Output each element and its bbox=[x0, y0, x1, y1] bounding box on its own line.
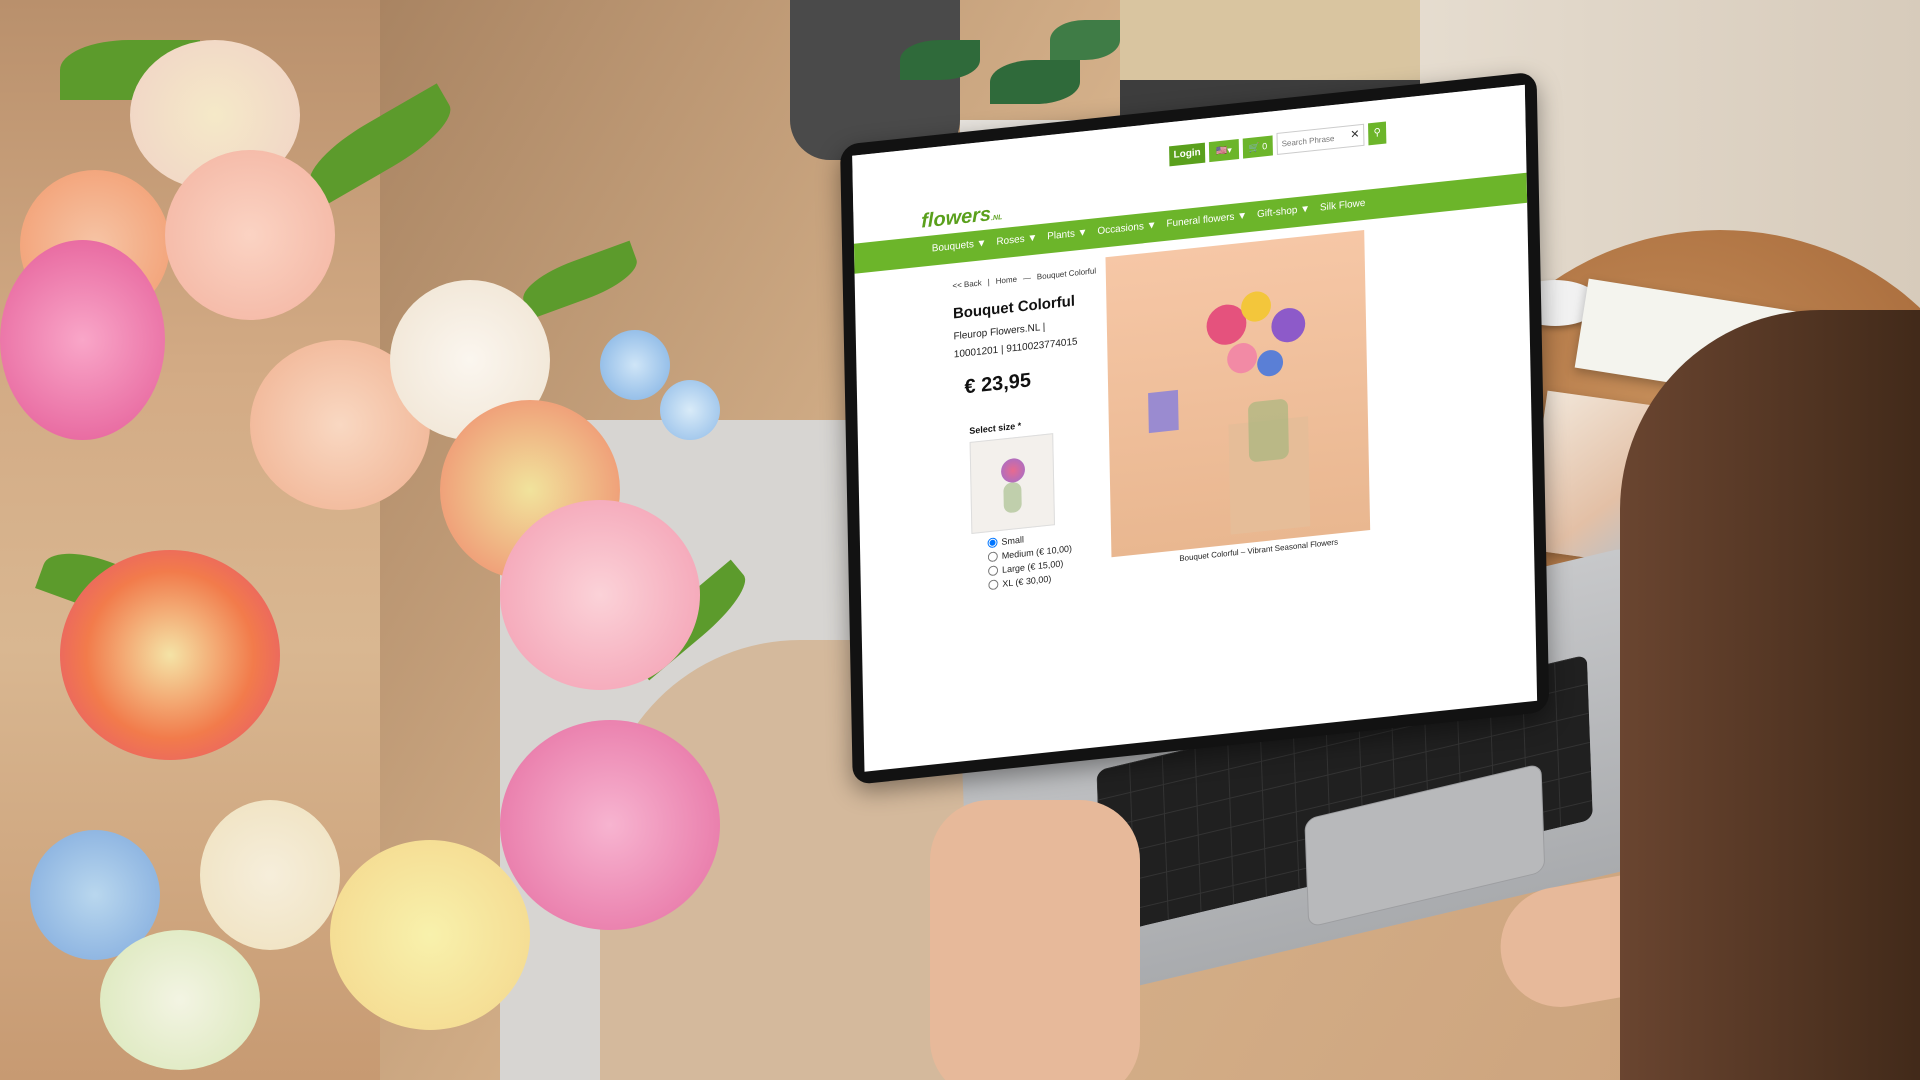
size-label-xl: XL (€ 30,00) bbox=[1002, 573, 1052, 589]
product-title: Bouquet Colorful bbox=[952, 292, 1076, 323]
breadcrumb-separator: | bbox=[987, 277, 990, 287]
breadcrumb-home[interactable]: Home bbox=[996, 275, 1017, 286]
flower bbox=[1256, 348, 1284, 378]
login-button[interactable]: Login bbox=[1169, 142, 1206, 167]
select-size-label: Select size * bbox=[969, 420, 1022, 436]
language-flag-icon[interactable]: 🇺🇸▾ bbox=[1208, 139, 1240, 163]
product-image[interactable] bbox=[1105, 229, 1371, 558]
size-label-small: Small bbox=[1001, 534, 1024, 547]
plant-leaf bbox=[900, 40, 980, 80]
photo-scene: Login 🇺🇸▾ 🛒 0 ✕ ⚲ flowers.NL Bouquets ▼ … bbox=[0, 0, 1920, 1080]
plant-leaf bbox=[1050, 20, 1120, 60]
pink-ranunculus bbox=[0, 240, 165, 440]
search-icon[interactable]: ⚲ bbox=[1368, 121, 1387, 146]
back-link[interactable]: << Back bbox=[952, 278, 981, 290]
size-radio-small[interactable] bbox=[987, 537, 998, 549]
left-hand bbox=[930, 800, 1140, 1080]
breadcrumb-current: Bouquet Colorful bbox=[1036, 266, 1097, 282]
cart-count: 0 bbox=[1262, 141, 1268, 152]
flower bbox=[1240, 289, 1272, 324]
logo-suffix: .NL bbox=[991, 214, 1003, 223]
flower bbox=[1226, 341, 1258, 375]
size-thumbnail[interactable] bbox=[969, 433, 1055, 534]
size-radio-large[interactable] bbox=[988, 565, 999, 577]
pink-ranunculus bbox=[500, 720, 720, 930]
flower bbox=[1271, 306, 1306, 344]
alstroemeria-flower bbox=[200, 800, 340, 950]
vase bbox=[1247, 398, 1289, 463]
logo-text: flowers bbox=[921, 203, 992, 233]
laptop-screen: Login 🇺🇸▾ 🛒 0 ✕ ⚲ flowers.NL Bouquets ▼ … bbox=[840, 71, 1550, 785]
website: Login 🇺🇸▾ 🛒 0 ✕ ⚲ flowers.NL Bouquets ▼ … bbox=[852, 84, 1538, 772]
leaf bbox=[516, 240, 644, 320]
clear-icon[interactable]: ✕ bbox=[1350, 127, 1359, 141]
yellow-ranunculus bbox=[330, 840, 530, 1030]
peach-rose bbox=[165, 150, 335, 320]
plant-leaf bbox=[990, 60, 1080, 104]
blue-flower bbox=[660, 380, 720, 440]
freesia-flower bbox=[100, 930, 260, 1070]
cart-button[interactable]: 🛒 0 bbox=[1242, 135, 1273, 159]
product-brand: Fleurop Flowers.NL | bbox=[953, 321, 1046, 343]
gift-box bbox=[1148, 389, 1179, 434]
pink-rose bbox=[500, 500, 700, 690]
size-radio-xl[interactable] bbox=[988, 579, 999, 591]
cart-icon: 🛒 bbox=[1248, 141, 1260, 153]
size-radio-medium[interactable] bbox=[987, 551, 998, 563]
person-hair bbox=[1620, 310, 1920, 1080]
flower-bouquet bbox=[0, 0, 820, 1080]
blue-flower bbox=[600, 330, 670, 400]
breadcrumb: << Back | Home — Bouquet Colorful bbox=[952, 266, 1096, 290]
size-options: Small Medium (€ 10,00) Large (€ 15,00) X… bbox=[987, 529, 1072, 594]
laptop-lid: Login 🇺🇸▾ 🛒 0 ✕ ⚲ flowers.NL Bouquets ▼ … bbox=[840, 71, 1620, 805]
breadcrumb-separator: — bbox=[1022, 273, 1031, 284]
product-price: € 23,95 bbox=[964, 369, 1032, 399]
orange-ranunculus bbox=[60, 550, 280, 760]
leaf bbox=[298, 83, 462, 207]
